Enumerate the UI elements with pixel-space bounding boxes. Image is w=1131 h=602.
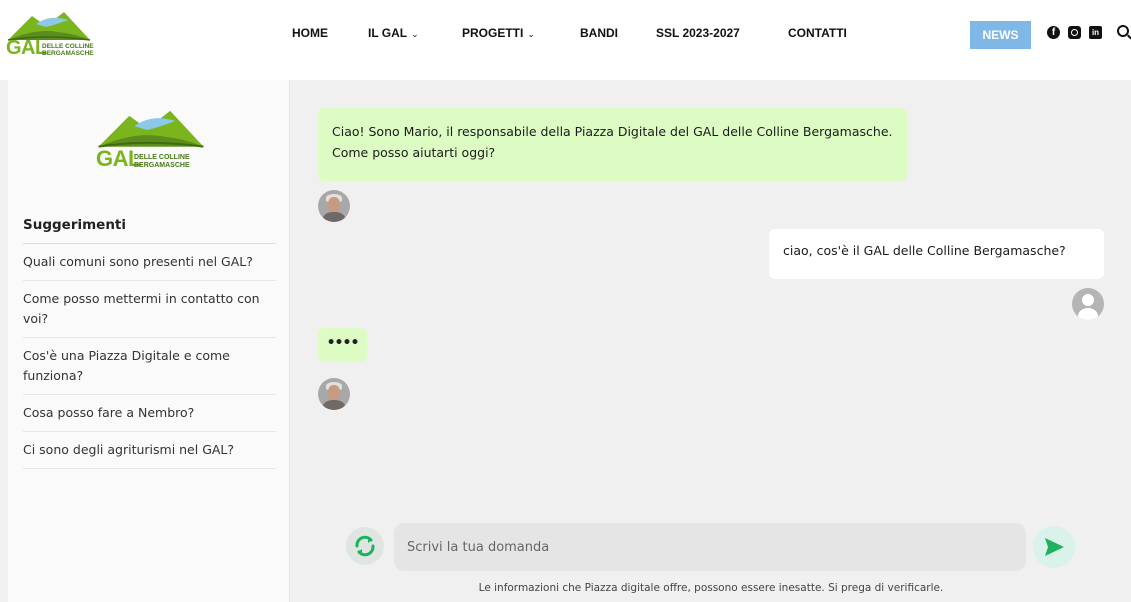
user-message: ciao, cos'è il GAL delle Colline Bergama…	[769, 229, 1104, 279]
nav-item-progetti[interactable]: PROGETTI ⌄	[462, 26, 535, 40]
nav-item-bandi[interactable]: BANDI	[580, 26, 618, 40]
bot-avatar	[318, 190, 350, 222]
sidebar: GAL DELLE COLLINE BERGAMASCHE Suggerimen…	[8, 80, 290, 602]
logo-sub-text: DELLE COLLINE BERGAMASCHE	[42, 43, 94, 57]
sidebar-logo: GAL DELLE COLLINE BERGAMASCHE	[96, 108, 206, 172]
suggestion-item[interactable]: Ci sono degli agriturismi nel GAL?	[23, 432, 276, 469]
linkedin-icon[interactable]: in	[1089, 26, 1102, 39]
disclaimer-text: Le informazioni che Piazza digitale offr…	[478, 582, 944, 594]
refresh-icon	[355, 535, 375, 557]
user-avatar	[1072, 288, 1104, 320]
gal-logo[interactable]: GAL DELLE COLLINE BERGAMASCHE	[6, 10, 94, 60]
typing-indicator: ••••	[318, 328, 367, 362]
instagram-icon[interactable]	[1068, 26, 1081, 39]
suggestion-item[interactable]: Cosa posso fare a Nembro?	[23, 395, 276, 432]
refresh-button[interactable]	[346, 527, 384, 565]
logo-main-text: GAL	[6, 37, 47, 59]
suggestion-item[interactable]: Come posso mettermi in contatto con voi?	[23, 281, 276, 338]
chat-panel: Ciao! Sono Mario, il responsabile della …	[291, 80, 1131, 602]
send-icon	[1045, 538, 1064, 556]
nav-item-il-gal[interactable]: IL GAL ⌄	[368, 26, 419, 40]
facebook-icon[interactable]: f	[1047, 26, 1060, 39]
suggestion-item[interactable]: Quali comuni sono presenti nel GAL?	[23, 244, 276, 281]
bot-message: Ciao! Sono Mario, il responsabile della …	[318, 108, 907, 181]
nav-item-home[interactable]: HOME	[292, 26, 328, 40]
nav-item-ssl[interactable]: SSL 2023-2027	[656, 26, 740, 40]
send-button[interactable]	[1033, 526, 1075, 568]
search-icon[interactable]	[1117, 25, 1129, 37]
nav-item-contatti[interactable]: CONTATTI	[788, 26, 847, 40]
chat-input[interactable]	[394, 523, 1026, 571]
news-button[interactable]: NEWS	[970, 21, 1031, 49]
chevron-down-icon: ⌄	[411, 29, 419, 39]
site-header: GAL DELLE COLLINE BERGAMASCHE HOME IL GA…	[0, 0, 1131, 80]
suggestion-item[interactable]: Cos'è una Piazza Digitale e come funzion…	[23, 338, 276, 395]
suggestions-title: Suggerimenti	[23, 217, 127, 233]
chevron-down-icon: ⌄	[527, 29, 535, 39]
suggestions-list: Quali comuni sono presenti nel GAL? Come…	[23, 243, 276, 469]
logo-sub-text: DELLE COLLINE BERGAMASCHE	[134, 154, 190, 169]
bot-avatar	[318, 378, 350, 410]
